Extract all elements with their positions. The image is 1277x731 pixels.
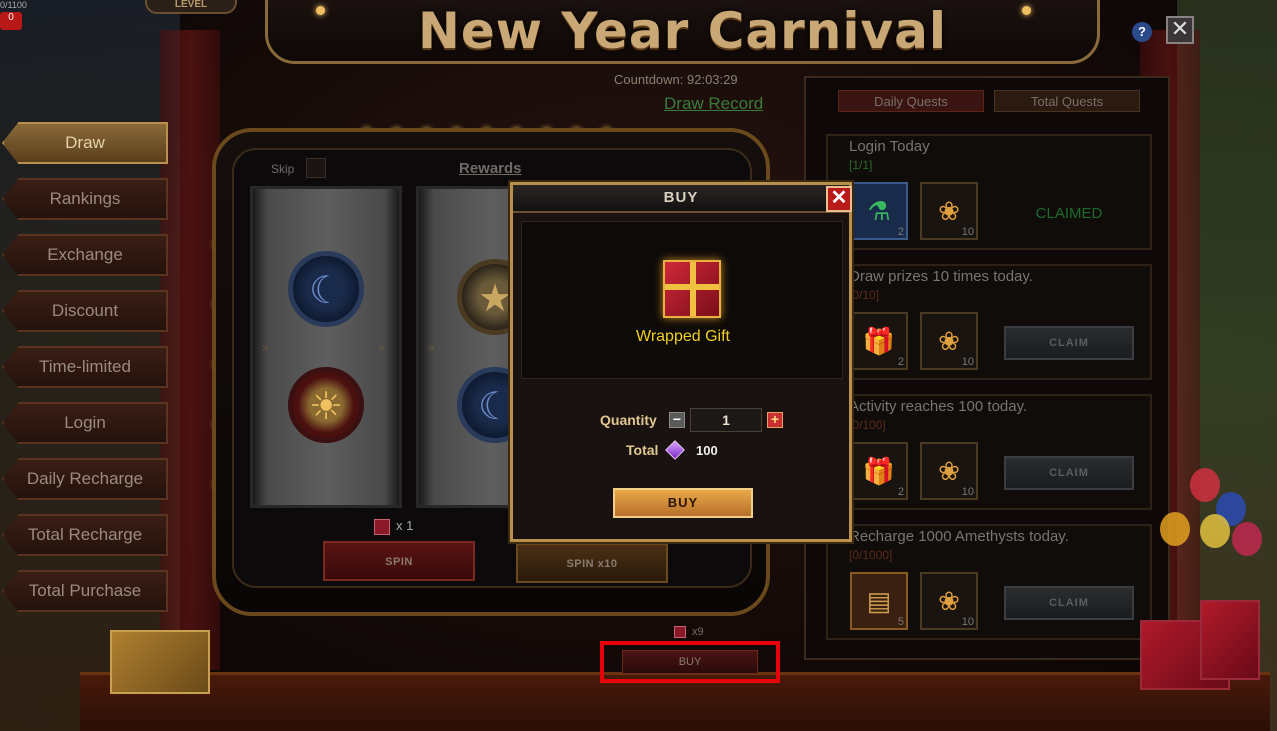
page-title: New Year Carnival	[418, 2, 947, 60]
gift-icon	[374, 518, 390, 535]
item-preview-panel: Wrapped Gift	[521, 221, 843, 379]
sidebar-item-total-recharge[interactable]: Total Recharge	[2, 514, 168, 556]
quantity-label: Quantity	[600, 412, 657, 428]
sidebar-item-exchange[interactable]: Exchange	[2, 234, 168, 276]
tab-total-quests[interactable]: Total Quests	[994, 90, 1140, 112]
spin-item-count-text: x 1	[396, 518, 414, 533]
gift-icon[interactable]: 🎁 2	[850, 312, 908, 370]
quantity-decrease-button[interactable]: −	[669, 412, 685, 428]
balloons-icon[interactable]: ❀ 10	[920, 182, 978, 240]
spin-button[interactable]: SPIN	[323, 541, 475, 581]
curtain-left	[160, 30, 220, 670]
top-left-button[interactable]: 0	[0, 12, 22, 30]
sidebar-item-total-purchase[interactable]: Total Purchase	[2, 570, 168, 612]
draw-record-link[interactable]: Draw Record	[664, 94, 763, 114]
reward-qty: 10	[961, 486, 974, 498]
quest-progress: [0/1000]	[849, 548, 893, 562]
top-left-value: 0/1100	[0, 0, 27, 10]
card-icon[interactable]: ▤ 5	[850, 572, 908, 630]
claim-button[interactable]: CLAIM	[1004, 586, 1134, 620]
reward-qty: 2	[897, 356, 904, 368]
window-close-button[interactable]: ✕	[1166, 16, 1194, 44]
gift-icon[interactable]: 🎁 2	[850, 442, 908, 500]
reward-qty: 10	[961, 616, 974, 628]
rewards-link[interactable]: Rewards	[459, 160, 522, 177]
highlight-box	[600, 641, 780, 683]
quantity-increase-button[interactable]: +	[767, 412, 783, 428]
sidebar-item-daily-recharge[interactable]: Daily Recharge	[2, 458, 168, 500]
skip-label: Skip	[271, 162, 295, 176]
bottom-item-count: x9	[674, 626, 704, 639]
total-label: Total	[626, 442, 659, 458]
balloons-icon[interactable]: ❀ 10	[920, 442, 978, 500]
dialog-close-button[interactable]: ✕	[826, 186, 852, 212]
gift-icon	[674, 626, 686, 639]
quest-progress: [1/1]	[849, 158, 873, 172]
sidebar-item-time-limited[interactable]: Time-limited	[2, 346, 168, 388]
claimed-status: CLAIMED	[1035, 205, 1103, 222]
sidebar-item-draw[interactable]: Draw	[2, 122, 168, 164]
buy-dialog: BUY ✕ Wrapped Gift Quantity − 1 + Total …	[510, 182, 852, 542]
claim-button[interactable]: CLAIM	[1004, 456, 1134, 490]
potion-icon[interactable]: ⚗ 2	[850, 182, 908, 240]
sun-icon: ☀	[288, 367, 364, 443]
quest-title: Draw prizes 10 times today.	[849, 268, 1033, 285]
quest-progress: [0/10]	[849, 288, 880, 302]
quest-progress: [0/100]	[849, 418, 886, 432]
game-screen: 0/1100 0 LEVEL New Year Carnival ? ✕ Dra…	[0, 0, 1277, 731]
balloons-icon[interactable]: ❀ 10	[920, 572, 978, 630]
amethyst-icon	[665, 440, 685, 460]
skip-checkbox[interactable]	[306, 158, 326, 178]
balloons-icon[interactable]: ❀ 10	[920, 312, 978, 370]
bottom-item-count-text: x9	[692, 626, 704, 638]
total-value: 100	[696, 443, 718, 458]
level-tag: LEVEL	[145, 0, 237, 14]
item-name: Wrapped Gift	[636, 328, 730, 345]
spin-x10-button[interactable]: SPIN x10	[516, 543, 668, 583]
sidebar-item-rankings[interactable]: Rankings	[2, 178, 168, 220]
quest-title: Recharge 1000 Amethysts today.	[849, 528, 1069, 545]
reward-qty: 2	[897, 226, 904, 238]
quest-title: Activity reaches 100 today.	[849, 398, 1028, 415]
reward-qty: 5	[897, 616, 904, 628]
sidebar-item-discount[interactable]: Discount	[2, 290, 168, 332]
quantity-input[interactable]: 1	[690, 408, 762, 432]
dialog-title: BUY	[513, 185, 849, 213]
reward-qty: 10	[961, 356, 974, 368]
reel-arrow-right-icon: »	[262, 340, 269, 354]
wrapped-gift-icon	[663, 260, 721, 318]
tab-daily-quests[interactable]: Daily Quests	[838, 90, 984, 112]
sidebar-item-login[interactable]: Login	[2, 402, 168, 444]
decoration-gift-box	[1200, 600, 1260, 680]
countdown-timer: Countdown: 92:03:29	[614, 72, 738, 87]
help-icon[interactable]: ?	[1132, 22, 1152, 42]
buy-button[interactable]: BUY	[613, 488, 753, 518]
reward-qty: 10	[961, 226, 974, 238]
decoration-gift-basket	[110, 630, 210, 694]
claim-button[interactable]: CLAIM	[1004, 326, 1134, 360]
reel-arrow-left-icon: «	[378, 340, 385, 354]
quest-title: Login Today	[849, 138, 930, 155]
spin-item-count: x 1	[374, 518, 413, 535]
reward-qty: 2	[897, 486, 904, 498]
reel-arrow-right-icon: »	[428, 340, 435, 354]
moon-icon: ☾	[288, 251, 364, 327]
